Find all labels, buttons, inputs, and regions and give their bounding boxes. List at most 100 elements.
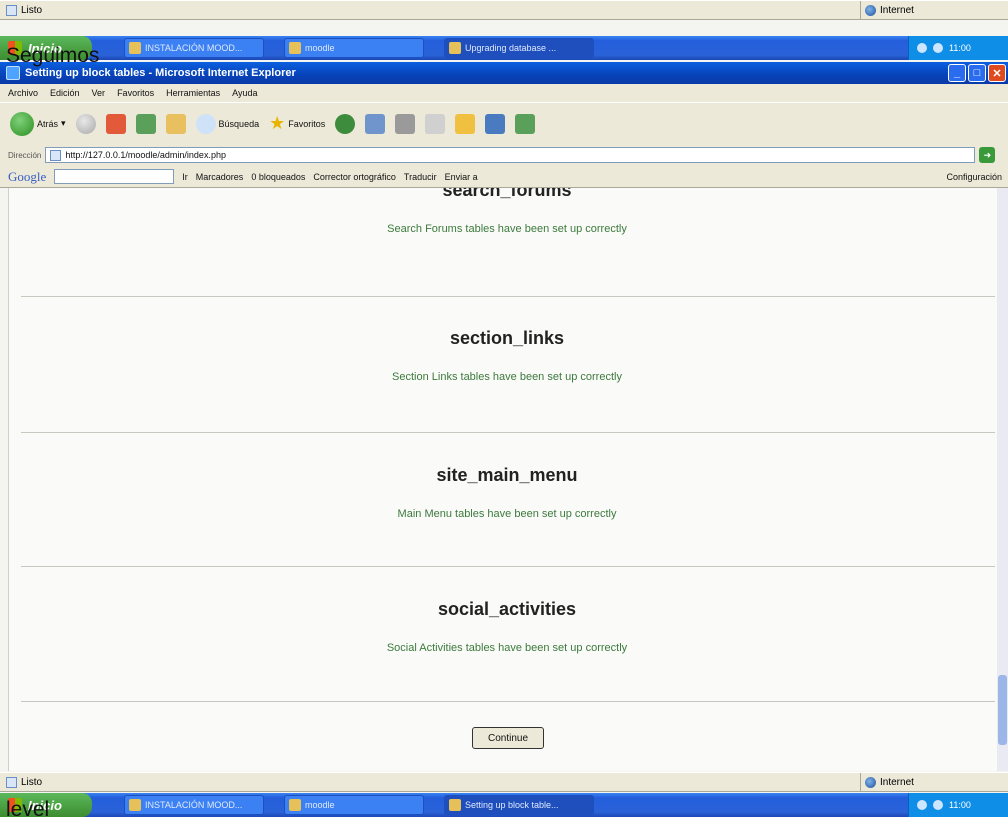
page-content: search_forums Search Forums tables have … (8, 188, 1008, 771)
taskbar-button[interactable]: Setting up block table... (444, 795, 594, 815)
menu-item-view[interactable]: Ver (92, 88, 106, 98)
window-title: Setting up block tables - Microsoft Inte… (25, 67, 296, 79)
ie-icon (6, 66, 20, 80)
menu-item-favorites[interactable]: Favoritos (117, 88, 154, 98)
home-icon[interactable] (165, 113, 186, 134)
taskbar-button[interactable]: moodle (284, 795, 424, 815)
google-search-input[interactable] (54, 169, 175, 184)
edit-icon[interactable] (425, 113, 446, 134)
minimize-button[interactable]: _ (948, 64, 966, 82)
section-search-forums: search_forums Search Forums tables have … (21, 188, 993, 235)
address-input[interactable]: http://127.0.0.1/moodle/admin/index.php (45, 147, 976, 163)
mail-icon[interactable] (365, 113, 386, 134)
menu-item-edit[interactable]: Edición (50, 88, 80, 98)
section-message: Section Links tables have been set up co… (392, 371, 622, 383)
back-button[interactable]: Atrás ▾ (10, 111, 66, 136)
continue-button[interactable]: Continue (472, 727, 544, 749)
divider (21, 701, 995, 702)
forward-button[interactable] (75, 113, 96, 134)
address-bar: Dirección http://127.0.0.1/moodle/admin/… (0, 144, 1008, 166)
favorites-button[interactable]: ★ Favoritos (269, 113, 325, 134)
page-icon (6, 777, 17, 788)
scrollbar-thumb[interactable] (998, 675, 1007, 745)
search-icon (195, 113, 216, 134)
refresh-icon[interactable] (135, 113, 156, 134)
section-social-activities: social_activities Social Activities tabl… (21, 599, 993, 654)
folder-icon (289, 42, 301, 54)
section-title: search_forums (442, 188, 572, 200)
browser-toolbar: Atrás ▾ Búsqueda ★ Favoritos (0, 102, 1008, 144)
taskbar-button[interactable]: INSTALACIÓN MOOD... (124, 38, 264, 58)
close-button[interactable]: ✕ (988, 64, 1006, 82)
overlay-caption-bottom: level (6, 798, 50, 817)
section-message: Main Menu tables have been set up correc… (397, 508, 617, 520)
volume-icon[interactable] (933, 800, 943, 810)
back-arrow-icon (10, 111, 34, 136)
menu-bar: Archivo Edición Ver Favoritos Herramient… (0, 84, 1008, 102)
bottom-taskbar: Inicio INSTALACIÓN MOOD... moodle Settin… (0, 793, 1008, 817)
top-status-bar: Listo Internet (0, 0, 1008, 20)
ie-icon (449, 799, 461, 811)
taskbar-button[interactable]: INSTALACIÓN MOOD... (124, 795, 264, 815)
zone-text: Internet (880, 4, 914, 16)
volume-icon[interactable] (933, 43, 943, 53)
tray-icon[interactable] (917, 43, 927, 53)
menu-item-tools[interactable]: Herramientas (166, 88, 220, 98)
settings-button[interactable]: Configuración (946, 172, 1008, 182)
status-text: Listo (21, 777, 43, 788)
page-icon (50, 149, 62, 161)
divider (21, 566, 995, 567)
forward-arrow-icon (75, 113, 96, 134)
tools-icon[interactable] (515, 113, 536, 134)
folder-icon[interactable] (455, 113, 476, 134)
overlay-caption-top: Seguimos (6, 44, 100, 67)
ie-icon (449, 42, 461, 54)
top-taskbar: Inicio INSTALACIÓN MOOD... moodle Upgrad… (0, 36, 1008, 60)
menu-item-help[interactable]: Ayuda (232, 88, 257, 98)
section-message: Social Activities tables have been set u… (386, 642, 628, 654)
google-go-button[interactable]: Ir (182, 172, 188, 182)
internet-zone-icon (865, 776, 876, 788)
system-tray: 11:00 (908, 36, 1008, 60)
clock: 11:00 (949, 43, 971, 53)
history-icon[interactable] (335, 113, 356, 134)
status-text: Listo (21, 5, 43, 16)
bookmarks-button[interactable]: Marcadores (196, 172, 244, 182)
maximize-button[interactable]: □ (968, 64, 986, 82)
section-message: Search Forums tables have been set up co… (387, 223, 627, 235)
go-button[interactable]: ➜ (979, 147, 996, 163)
section-title: social_activities (437, 599, 577, 619)
translate-button[interactable]: Traducir (404, 172, 437, 182)
tray-icon[interactable] (917, 800, 927, 810)
system-tray: 11:00 (908, 793, 1008, 817)
ie-icon (129, 799, 141, 811)
divider (21, 296, 995, 297)
clock: 11:00 (949, 800, 971, 810)
bottom-status-bar: Listo Internet (0, 772, 1008, 792)
window-title-bar: Setting up block tables - Microsoft Inte… (0, 62, 1008, 84)
menu-item-file[interactable]: Archivo (8, 88, 38, 98)
internet-zone-icon (865, 4, 876, 16)
page-icon (6, 5, 17, 16)
search-button[interactable]: Búsqueda (195, 113, 259, 134)
section-title: section_links (449, 328, 565, 348)
section-title: site_main_menu (436, 465, 578, 485)
zone-text: Internet (880, 776, 914, 788)
divider (21, 432, 995, 433)
section-section-links: section_links Section Links tables have … (21, 328, 993, 383)
folder-icon (289, 799, 301, 811)
address-label: Dirección (8, 150, 42, 160)
google-toolbar: Google Ir Marcadores 0 bloqueados Correc… (0, 166, 1008, 188)
send-to-button[interactable]: Enviar a (445, 172, 478, 182)
ie-icon (129, 42, 141, 54)
print-icon[interactable] (395, 113, 416, 134)
stop-icon[interactable] (105, 113, 126, 134)
messenger-icon[interactable] (485, 113, 506, 134)
star-icon: ★ (269, 113, 286, 133)
section-site-main-menu: site_main_menu Main Menu tables have bee… (21, 465, 993, 520)
popup-blocker-button[interactable]: 0 bloqueados (251, 172, 305, 182)
taskbar-button[interactable]: Upgrading database ... (444, 38, 594, 58)
taskbar-button[interactable]: moodle (284, 38, 424, 58)
spellcheck-button[interactable]: Corrector ortográfico (313, 172, 396, 182)
google-logo: Google (8, 168, 47, 184)
